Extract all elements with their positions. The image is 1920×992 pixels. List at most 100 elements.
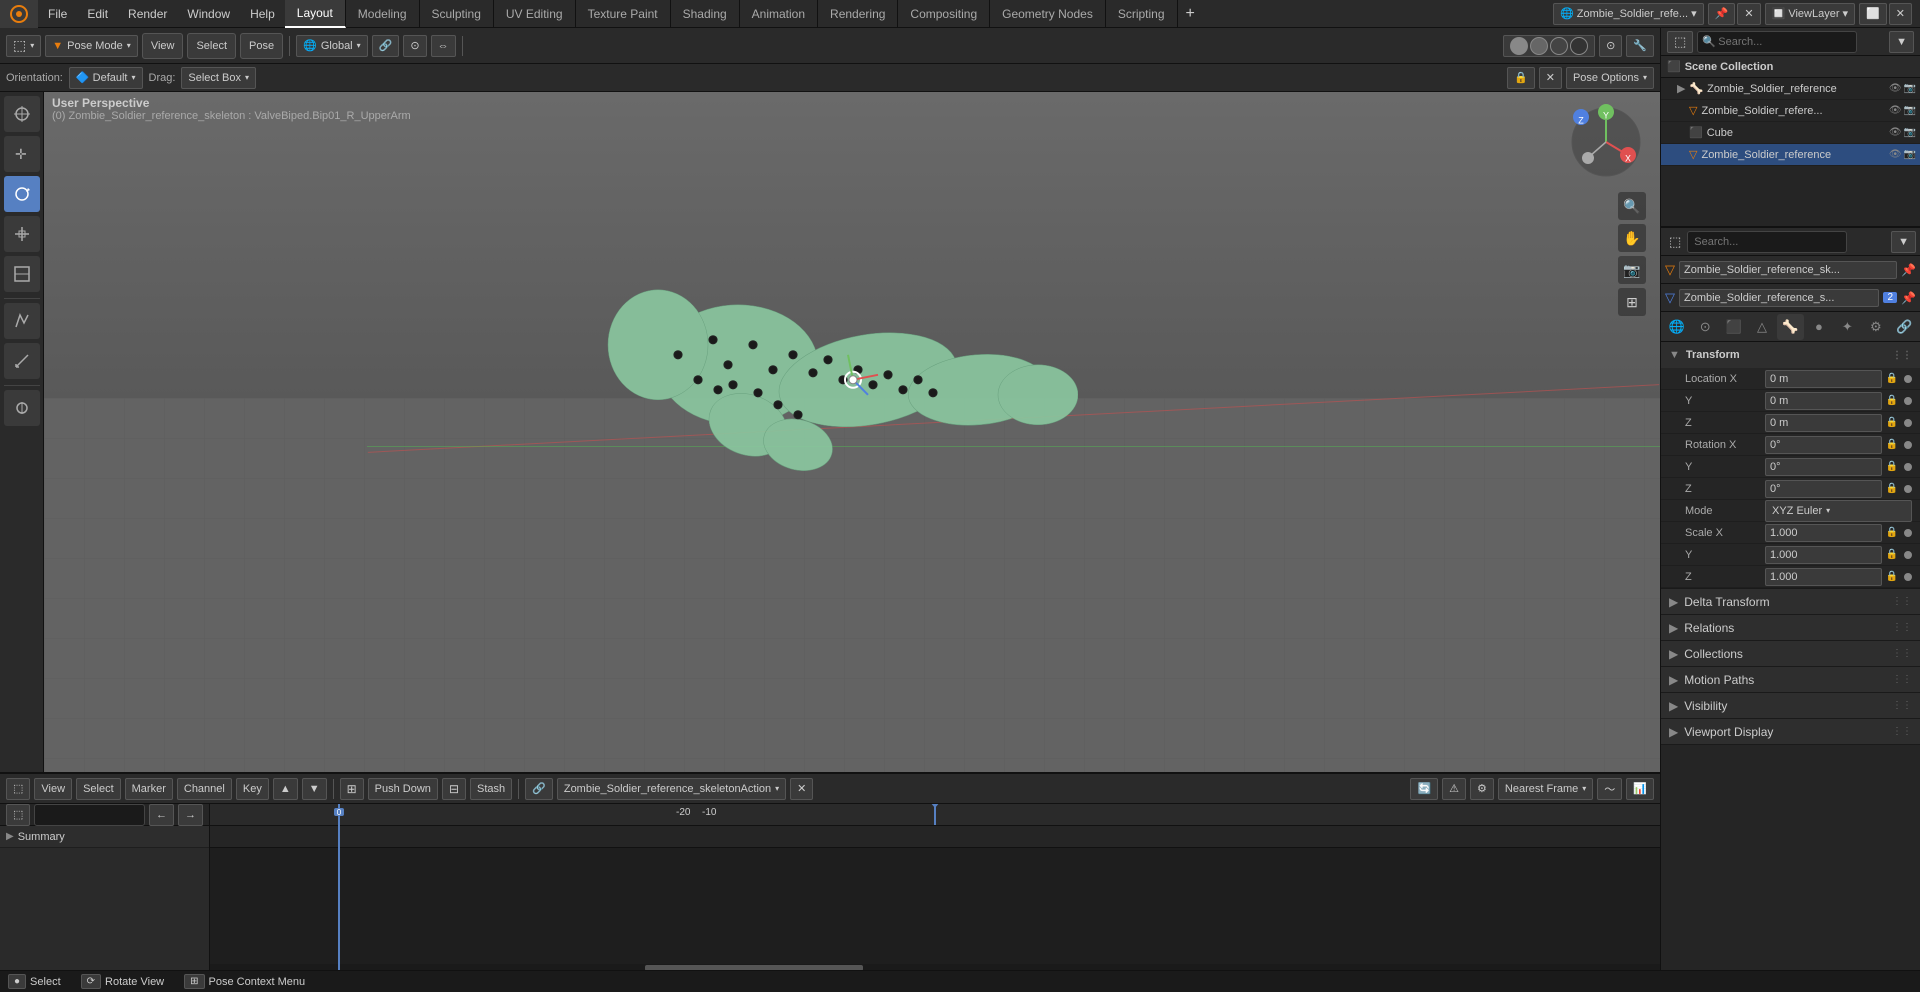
snap-btn[interactable]: 🔗	[372, 35, 400, 57]
ae-marker[interactable]: Marker	[125, 778, 173, 800]
window-pin[interactable]: 📌	[1708, 3, 1736, 25]
transform-section-header[interactable]: ▼ Transform ⋮⋮	[1661, 342, 1920, 368]
location-x-value[interactable]: 0 m	[1765, 370, 1882, 388]
tab-shading[interactable]: Shading	[671, 0, 740, 28]
outliner-item-1[interactable]: ▽ Zombie_Soldier_refere... 👁 📷	[1661, 100, 1920, 122]
outliner-filter[interactable]: ▼	[1889, 31, 1914, 53]
props-search[interactable]	[1687, 231, 1847, 253]
outliner-search[interactable]	[1697, 31, 1857, 53]
camera-btn[interactable]: 📷	[1618, 256, 1646, 284]
tab-compositing[interactable]: Compositing	[898, 0, 990, 28]
push-down-icon[interactable]: ⊞	[340, 778, 364, 800]
solid-shading[interactable]	[1510, 37, 1528, 55]
cam-icon-1[interactable]: 📷	[1904, 105, 1916, 116]
stash-icon[interactable]: ⊟	[442, 778, 466, 800]
location-z-dot[interactable]	[1904, 419, 1912, 427]
rotation-z-lock[interactable]: 🔒	[1884, 481, 1900, 497]
location-x-dot[interactable]	[1904, 375, 1912, 383]
scale-tool[interactable]	[4, 216, 40, 252]
prop-icon-constraints[interactable]: 🔗	[1891, 314, 1918, 340]
ae-nav-right[interactable]: →	[178, 804, 203, 826]
transform-tool[interactable]	[4, 256, 40, 292]
stash-btn[interactable]: Stash	[470, 778, 512, 800]
ae-normalize[interactable]: 📊	[1626, 778, 1654, 800]
eye-icon-3[interactable]: 👁	[1889, 149, 1902, 160]
outliner-item-2[interactable]: ⬛ Cube 👁 📷	[1661, 122, 1920, 144]
tab-sculpting[interactable]: Sculpting	[420, 0, 494, 28]
props-object-name[interactable]: Zombie_Soldier_reference_sk...	[1679, 261, 1897, 279]
prop-icon-physics[interactable]: ⚙	[1862, 314, 1889, 340]
location-z-lock[interactable]: 🔒	[1884, 415, 1900, 431]
location-y-lock[interactable]: 🔒	[1884, 393, 1900, 409]
eye-icon-1[interactable]: 👁	[1889, 105, 1902, 116]
visibility-section[interactable]: ▶ Visibility ⋮⋮	[1661, 693, 1920, 719]
rotation-x-dot[interactable]	[1904, 441, 1912, 449]
mirror-btn[interactable]: ⇔	[431, 35, 456, 57]
tab-uv-editing[interactable]: UV Editing	[494, 0, 576, 28]
ae-action-name[interactable]: Zombie_Soldier_reference_skeletonAction	[557, 778, 786, 800]
viewport-lock[interactable]: 🔒	[1507, 67, 1535, 89]
scale-y-dot[interactable]	[1904, 551, 1912, 559]
prop-icon-material[interactable]: ●	[1805, 314, 1832, 340]
navigation-gizmo[interactable]: Y X Z	[1566, 102, 1646, 182]
ae-channel[interactable]: Channel	[177, 778, 232, 800]
scene-selector[interactable]: 🌐 Zombie_Soldier_refe... ▾	[1553, 3, 1704, 25]
ae-key[interactable]: Key	[236, 778, 269, 800]
maximize[interactable]: ⬜	[1859, 3, 1887, 25]
drag-mode-dropdown[interactable]: Select Box	[181, 67, 256, 89]
eye-icon-2[interactable]: 👁	[1889, 127, 1902, 138]
grid-btn[interactable]: ⊞	[1618, 288, 1646, 316]
motion-paths-section[interactable]: ▶ Motion Paths ⋮⋮	[1661, 667, 1920, 693]
menu-file[interactable]: File	[38, 0, 77, 28]
ae-type-small[interactable]: ⬚	[6, 804, 30, 826]
rotate-tool[interactable]	[4, 176, 40, 212]
rendered-shading[interactable]	[1550, 37, 1568, 55]
menu-edit[interactable]: Edit	[77, 0, 118, 28]
ae-playback[interactable]: Nearest Frame	[1498, 778, 1593, 800]
playhead-marker[interactable]	[934, 804, 936, 825]
editor-type-btn[interactable]: ⬚	[6, 35, 41, 57]
zoom-in-btn[interactable]: 🔍	[1618, 192, 1646, 220]
scale-x-value[interactable]: 1.000	[1765, 524, 1882, 542]
prop-icon-world[interactable]: ⊙	[1691, 314, 1718, 340]
rotation-z-dot[interactable]	[1904, 485, 1912, 493]
tab-texture-paint[interactable]: Texture Paint	[576, 0, 671, 28]
orientation-mode[interactable]: 🔷 Default	[69, 67, 143, 89]
viewport-overlay[interactable]: ⊙	[1599, 35, 1622, 57]
scale-x-dot[interactable]	[1904, 529, 1912, 537]
menu-help[interactable]: Help	[240, 0, 285, 28]
prop-icon-object[interactable]: ⬛	[1720, 314, 1747, 340]
view-menu[interactable]: View	[142, 33, 184, 59]
ae-sync[interactable]: 🔄	[1410, 778, 1438, 800]
scale-y-value[interactable]: 1.000	[1765, 546, 1882, 564]
props-pin[interactable]: 📌	[1901, 263, 1916, 277]
rotation-z-value[interactable]: 0°	[1765, 480, 1882, 498]
tab-layout[interactable]: Layout	[285, 0, 346, 28]
scale-z-dot[interactable]	[1904, 573, 1912, 581]
pose-options-btn[interactable]: Pose Options	[1566, 67, 1654, 89]
menu-render[interactable]: Render	[118, 0, 177, 28]
cam-icon-3[interactable]: 📷	[1904, 149, 1916, 160]
viewport-close[interactable]: ✕	[1539, 67, 1562, 89]
menu-window[interactable]: Window	[177, 0, 240, 28]
rotation-x-value[interactable]: 0°	[1765, 436, 1882, 454]
cursor-tool[interactable]	[4, 96, 40, 132]
prop-icon-bone[interactable]: 🦴	[1777, 314, 1804, 340]
prop-icon-particles[interactable]: ✦	[1834, 314, 1861, 340]
select-menu[interactable]: Select	[187, 33, 236, 59]
rotation-y-lock[interactable]: 🔒	[1884, 459, 1900, 475]
ae-select[interactable]: Select	[76, 778, 121, 800]
relations-section[interactable]: ▶ Relations ⋮⋮	[1661, 615, 1920, 641]
tab-geometry-nodes[interactable]: Geometry Nodes	[990, 0, 1106, 28]
ae-up-arrow[interactable]: ▲	[273, 778, 298, 800]
pose-menu[interactable]: Pose	[240, 33, 283, 59]
tab-animation[interactable]: Animation	[740, 0, 818, 28]
ae-unlink[interactable]: ✕	[790, 778, 813, 800]
eevee-shading[interactable]	[1570, 37, 1588, 55]
ae-down-arrow[interactable]: ▼	[302, 778, 327, 800]
cam-icon-0[interactable]: 📷	[1904, 83, 1916, 94]
viewport-display-section[interactable]: ▶ Viewport Display ⋮⋮	[1661, 719, 1920, 745]
rotation-mode-dropdown[interactable]: XYZ Euler	[1765, 500, 1912, 522]
tab-modeling[interactable]: Modeling	[346, 0, 420, 28]
add-bone-tool[interactable]	[4, 390, 40, 426]
